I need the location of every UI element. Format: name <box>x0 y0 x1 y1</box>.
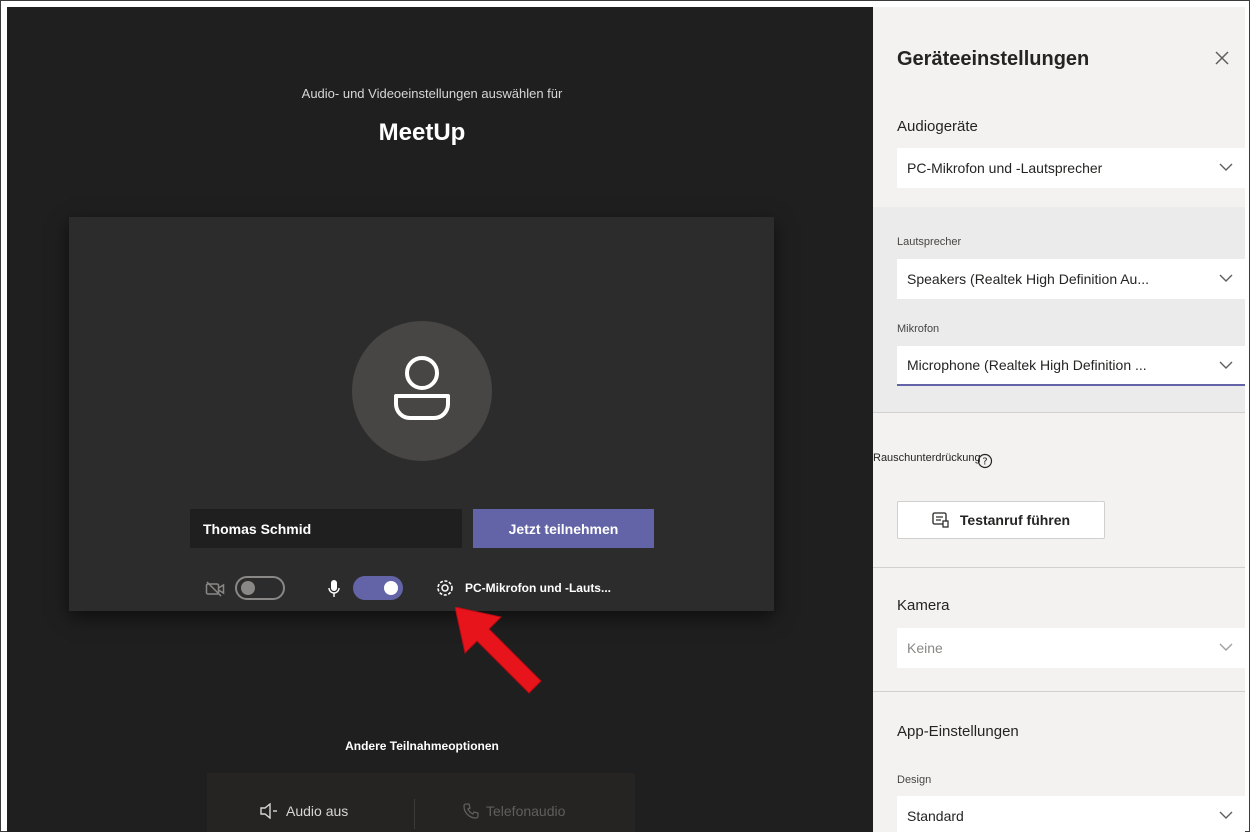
camera-value: Keine <box>907 640 943 656</box>
prejoin-stage: Audio- und Videoeinstellungen auswählen … <box>7 7 873 832</box>
camera-label: Kamera <box>897 597 950 614</box>
test-call-label: Testanruf führen <box>959 512 1071 528</box>
help-icon[interactable]: ? <box>977 453 993 469</box>
avatar <box>352 321 492 461</box>
chevron-down-icon <box>1219 274 1233 282</box>
annotation-arrow <box>455 607 542 694</box>
camera-select[interactable]: Keine <box>897 628 1245 668</box>
speaker-value: Speakers (Realtek High Definition Au... <box>907 271 1150 287</box>
join-options-bar: Audio aus Telefonaudio <box>207 773 635 832</box>
microphone-select[interactable]: Microphone (Realtek High Definition ... <box>897 346 1245 386</box>
media-controls: PC-Mikrofon und -Lauts... <box>69 573 774 605</box>
phone-icon <box>463 803 479 819</box>
microphone-toggle[interactable] <box>353 576 403 600</box>
phone-audio-label: Telefonaudio <box>486 803 566 819</box>
section-divider <box>873 691 1245 692</box>
options-divider <box>414 799 415 829</box>
meeting-title: MeetUp <box>378 119 466 146</box>
microphone-icon <box>328 580 340 597</box>
toggle-knob <box>384 581 398 595</box>
microphone-value: Microphone (Realtek High Definition ... <box>907 357 1147 373</box>
phone-audio-option[interactable]: Telefonaudio <box>463 803 565 819</box>
panel-title: Geräteeinstellungen <box>897 48 1090 70</box>
speaker-off-icon <box>260 803 277 819</box>
section-divider <box>873 412 1245 413</box>
chevron-down-icon <box>1219 811 1233 819</box>
svg-text:?: ? <box>982 457 987 468</box>
audio-subgroup: Lautsprecher Speakers (Realtek High Defi… <box>873 207 1245 412</box>
app-settings-label: App-Einstellungen <box>897 723 1019 740</box>
audio-devices-label: Audiogeräte <box>897 118 978 135</box>
noise-suppression-label: Rauschunterdrückung ? <box>873 447 993 469</box>
chevron-down-icon <box>1219 361 1233 369</box>
design-select[interactable]: Standard <box>897 796 1245 832</box>
name-input[interactable] <box>190 509 462 548</box>
device-settings-label[interactable]: PC-Mikrofon und -Lauts... <box>465 581 611 595</box>
speaker-label: Lautsprecher <box>897 236 962 248</box>
audio-off-label: Audio aus <box>286 803 349 819</box>
microphone-label: Mikrofon <box>897 323 940 335</box>
toggle-knob <box>241 581 255 595</box>
person-icon <box>394 356 450 420</box>
screenshot-frame: Audio- und Videoeinstellungen auswählen … <box>0 0 1250 832</box>
device-settings-panel: Geräteeinstellungen Audiogeräte PC-Mikro… <box>873 7 1245 832</box>
audio-device-value: PC-Mikrofon und -Lautsprecher <box>907 160 1103 176</box>
speaker-select[interactable]: Speakers (Realtek High Definition Au... <box>897 259 1245 299</box>
audio-device-select[interactable]: PC-Mikrofon und -Lautsprecher <box>897 148 1245 188</box>
camera-toggle[interactable] <box>235 576 285 600</box>
design-label: Design <box>897 774 932 786</box>
section-divider <box>873 567 1245 568</box>
audio-off-option[interactable]: Audio aus <box>259 803 348 819</box>
design-value: Standard <box>907 808 964 824</box>
video-preview: Jetzt teilnehmen <box>69 217 774 611</box>
chevron-down-icon <box>1219 643 1233 651</box>
test-call-icon <box>932 512 949 528</box>
other-join-options-label: Andere Teilnahmeoptionen <box>345 739 499 753</box>
noise-suppression-text: Rauschunterdrückung <box>873 452 981 464</box>
prejoin-subtitle: Audio- und Videoeinstellungen auswählen … <box>301 86 563 101</box>
join-now-button[interactable]: Jetzt teilnehmen <box>473 509 654 548</box>
camera-off-icon <box>205 581 225 597</box>
gear-icon[interactable] <box>435 578 455 598</box>
chevron-down-icon <box>1219 163 1233 171</box>
close-icon[interactable] <box>1213 49 1231 67</box>
test-call-button[interactable]: Testanruf führen <box>897 501 1105 539</box>
